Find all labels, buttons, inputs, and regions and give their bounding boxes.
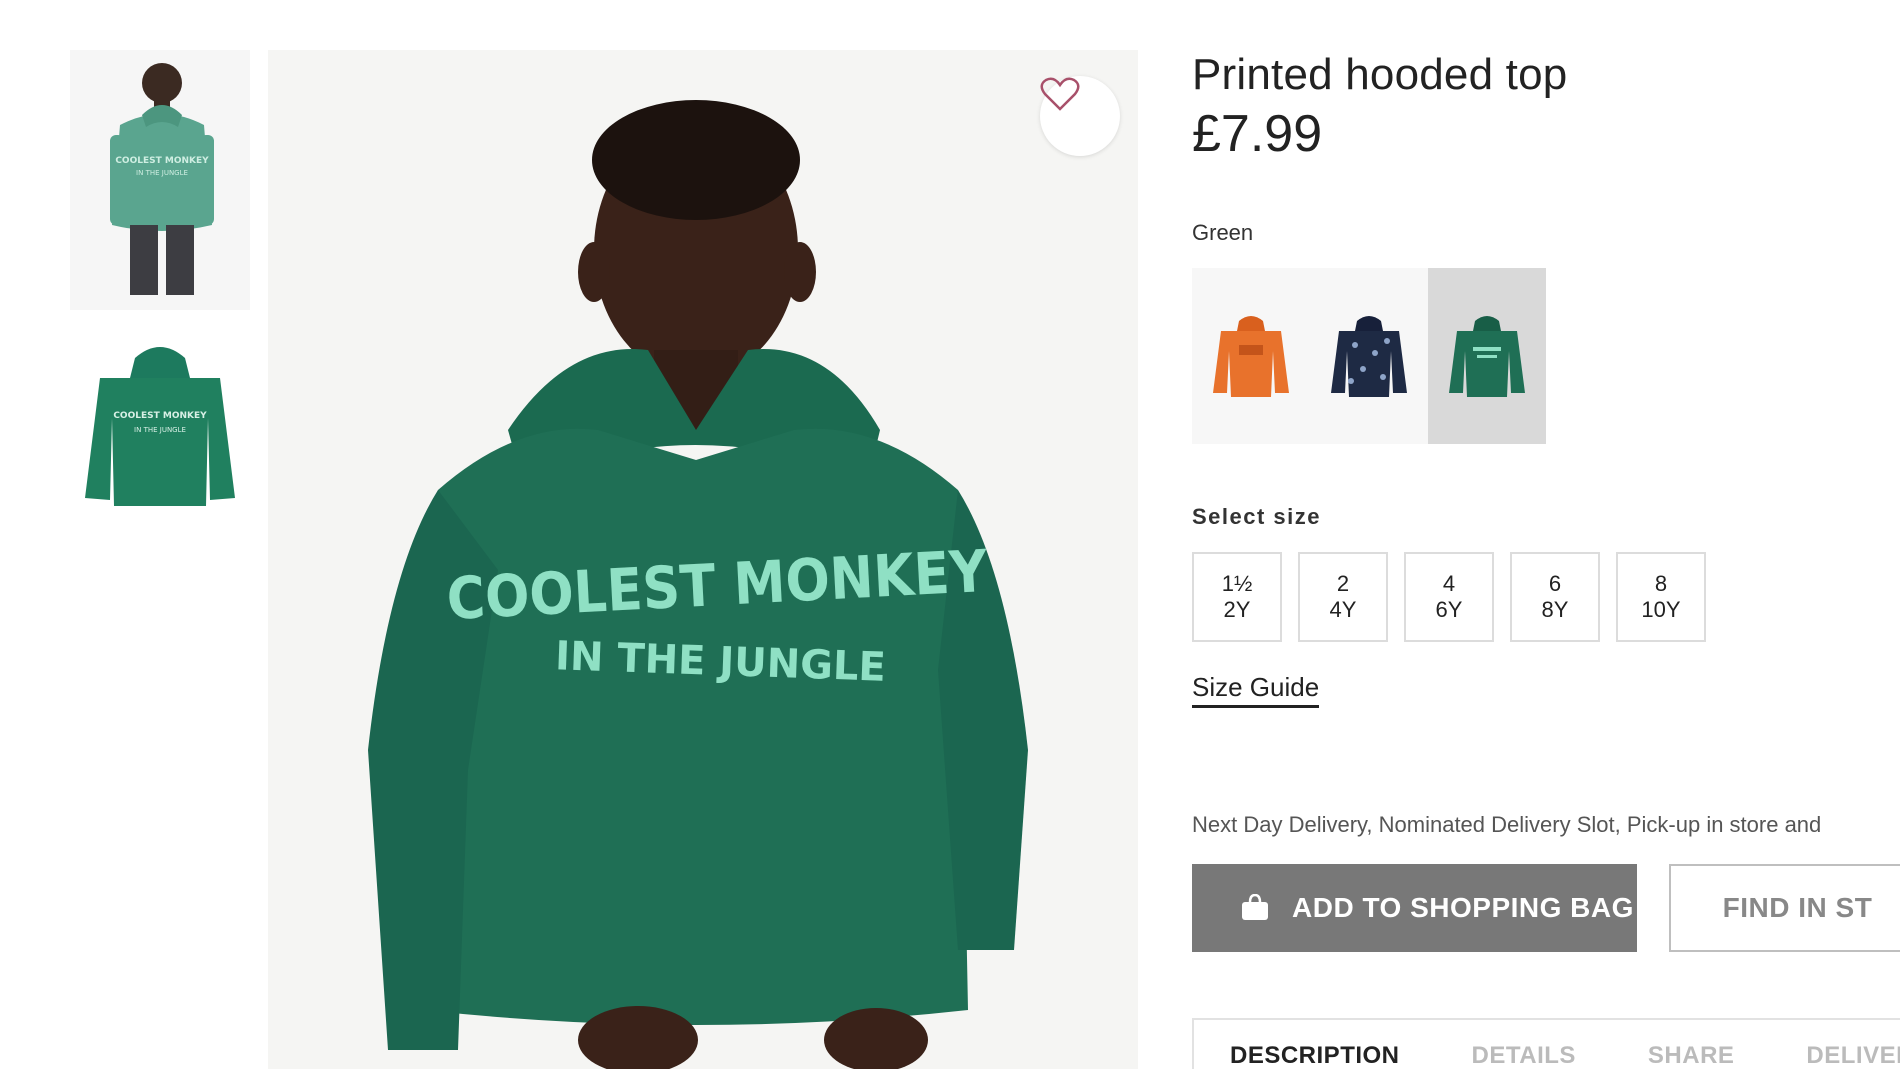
select-size-label: Select size	[1192, 504, 1322, 529]
hoodie-orange-image	[1213, 316, 1289, 397]
tab-share[interactable]: SHARE	[1648, 1042, 1735, 1069]
size-option-bottom: 4Y	[1329, 597, 1357, 622]
size-option-1[interactable]: 1½ 2Y	[1192, 552, 1282, 642]
product-title: Printed hooded top	[1192, 50, 1568, 99]
hoodie-green-image	[1449, 316, 1525, 397]
size-option-2[interactable]: 2 4Y	[1298, 552, 1388, 642]
color-swatches	[1192, 268, 1900, 444]
add-to-bag-button[interactable]: ADD TO SHOPPING BAG	[1192, 864, 1637, 952]
thumbnail-product-print-line1: COOLEST MONKEY	[113, 411, 207, 421]
size-guide-link[interactable]: Size Guide	[1192, 672, 1320, 708]
main-product-image: COOLEST MONKEY IN THE JUNGLE	[268, 50, 1138, 1069]
size-option-top: 1½	[1221, 571, 1253, 596]
size-option-bottom: 8Y	[1541, 597, 1569, 622]
swatch-orange[interactable]	[1192, 268, 1310, 444]
size-option-bottom: 2Y	[1223, 597, 1251, 622]
size-option-top: 4	[1442, 571, 1456, 596]
size-option-4[interactable]: 6 8Y	[1510, 552, 1600, 642]
size-option-bottom: 6Y	[1435, 597, 1463, 622]
swatch-green[interactable]	[1428, 268, 1546, 444]
size-option-top: 6	[1548, 571, 1562, 596]
thumbnail-product[interactable]: COOLEST MONKEY IN THE JUNGLE	[70, 318, 250, 538]
size-option-3[interactable]: 4 6Y	[1404, 552, 1494, 642]
size-option-top: 8	[1654, 571, 1668, 596]
find-in-store-button[interactable]: FIND IN ST	[1668, 864, 1900, 952]
size-option-bottom: 10Y	[1641, 597, 1681, 622]
shopping-bag-icon	[1242, 894, 1268, 920]
thumbnail-product-image: COOLEST MONKEY IN THE JUNGLE	[85, 347, 235, 506]
tab-details[interactable]: DETAILS	[1472, 1042, 1576, 1069]
add-to-bag-label: ADD TO SHOPPING BAG	[1292, 892, 1634, 923]
product-price: £7.99	[1192, 105, 1323, 163]
thumbnail-model-image: COOLEST MONKEY IN THE JUNGLE	[110, 63, 214, 295]
hoodie-navy-image	[1331, 316, 1407, 397]
favorite-button[interactable]	[1040, 76, 1120, 156]
action-buttons: ADD TO SHOPPING BAG FIND IN ST	[1192, 864, 1900, 952]
swatch-navy[interactable]	[1310, 268, 1428, 444]
size-option-5[interactable]: 8 10Y	[1616, 552, 1706, 642]
product-panel: Printed hooded top £7.99 Green Select si…	[1192, 50, 1900, 1069]
size-options: 1½ 2Y 2 4Y 4 6Y 6 8Y 8 10Y	[1192, 552, 1900, 642]
selected-color-label: Green	[1192, 220, 1254, 245]
size-option-top: 2	[1336, 571, 1350, 596]
thumbnail-print-line1: COOLEST MONKEY	[115, 156, 209, 166]
tab-description[interactable]: DESCRIPTION	[1230, 1042, 1400, 1069]
find-in-store-label: FIND IN ST	[1722, 892, 1873, 923]
tab-delivery[interactable]: DELIVER	[1806, 1042, 1900, 1069]
product-info-tabs: DESCRIPTION DETAILS SHARE DELIVER	[1192, 1018, 1900, 1069]
heart-icon	[1040, 77, 1080, 111]
thumbnail-list: COOLEST MONKEY IN THE JUNGLE COOLEST MON…	[70, 50, 250, 546]
thumbnail-model[interactable]: COOLEST MONKEY IN THE JUNGLE	[70, 50, 250, 310]
thumbnail-print-line2: IN THE JUNGLE	[136, 169, 188, 177]
model-photo: COOLEST MONKEY IN THE JUNGLE	[368, 100, 1028, 1069]
delivery-info: Next Day Delivery, Nominated Delivery Sl…	[1192, 812, 1822, 837]
thumbnail-product-print-line2: IN THE JUNGLE	[134, 426, 186, 434]
